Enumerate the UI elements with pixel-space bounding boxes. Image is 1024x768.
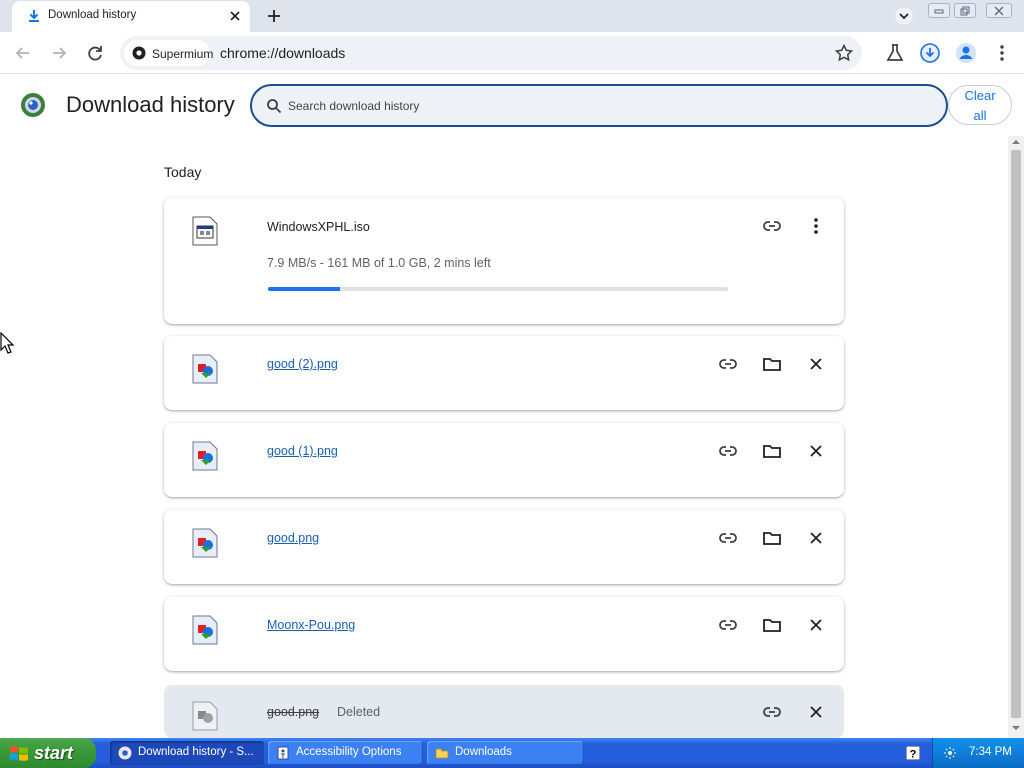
download-filename: good.png — [267, 705, 320, 719]
copy-link-icon[interactable] — [717, 353, 739, 375]
download-item: WindowsXPHL.iso 7.9 MB/s - 161 MB of 1.0… — [164, 198, 844, 324]
download-filename-link[interactable]: good (1).png — [267, 444, 338, 458]
vertical-scrollbar[interactable] — [1008, 136, 1024, 738]
download-filename-link[interactable]: Moonx-Pou.png — [267, 618, 355, 632]
restore-button[interactable] — [954, 3, 976, 18]
address-bar[interactable]: Supermium chrome://downloads — [120, 36, 862, 70]
taskbar-item-label: Downloads — [455, 746, 512, 758]
clear-all-button[interactable]: Clear all — [948, 85, 1012, 125]
url-text[interactable]: chrome://downloads — [220, 45, 345, 61]
scroll-down-arrow-icon[interactable] — [1012, 724, 1020, 732]
download-item: good.png — [164, 510, 844, 584]
download-item: good (2).png — [164, 336, 844, 410]
download-status: 7.9 MB/s - 161 MB of 1.0 GB, 2 mins left — [267, 256, 491, 270]
close-icon[interactable] — [228, 9, 242, 23]
minimize-icon — [934, 9, 944, 14]
download-item: good (1).png — [164, 423, 844, 497]
taskbar-item-accessibility[interactable]: Accessibility Options — [268, 741, 423, 765]
download-circle-icon[interactable] — [919, 42, 941, 64]
scrollbar-thumb[interactable] — [1011, 150, 1021, 718]
png-file-icon — [192, 615, 218, 645]
tab-title: Download history — [48, 9, 137, 21]
close-icon[interactable] — [805, 440, 827, 462]
accessibility-icon — [277, 746, 289, 760]
download-item-deleted: good.png Deleted — [164, 685, 844, 738]
page-title: Download history — [66, 92, 235, 117]
start-button[interactable]: start — [0, 738, 96, 768]
plus-icon[interactable] — [264, 6, 284, 26]
close-icon[interactable] — [805, 614, 827, 636]
png-file-icon — [192, 354, 218, 384]
arrow-left-icon[interactable] — [12, 42, 34, 64]
search-icon — [267, 99, 282, 114]
download-status: Deleted — [337, 705, 381, 719]
copy-link-icon[interactable] — [761, 701, 783, 723]
chevron-down-icon[interactable] — [894, 7, 914, 25]
search-box[interactable] — [250, 84, 948, 127]
taskbar-item-label: Download history - S... — [138, 746, 254, 758]
kebab-menu-icon[interactable] — [991, 42, 1013, 64]
window-close-button[interactable] — [986, 3, 1012, 18]
download-progress-bar — [268, 287, 728, 291]
mouse-cursor-icon — [0, 332, 14, 354]
flask-icon[interactable] — [884, 42, 906, 64]
svg-text:?: ? — [910, 749, 917, 761]
png-file-icon — [192, 528, 218, 558]
copy-link-icon[interactable] — [717, 527, 739, 549]
start-label: start — [34, 743, 74, 763]
tab-strip: Download history — [0, 0, 1024, 32]
section-date-label: Today — [164, 164, 202, 180]
copy-link-icon[interactable] — [717, 440, 739, 462]
folder-icon[interactable] — [761, 440, 783, 462]
png-file-icon — [192, 441, 218, 471]
taskbar-item-browser[interactable]: Download history - S... — [110, 741, 264, 765]
download-filename-link[interactable]: good (2).png — [267, 357, 338, 371]
taskbar-item-label: Accessibility Options — [296, 746, 402, 758]
help-icon[interactable]: ? — [906, 746, 920, 760]
star-icon[interactable] — [834, 43, 854, 63]
reload-icon[interactable] — [84, 42, 106, 64]
minimize-button[interactable] — [928, 3, 950, 18]
folder-icon[interactable] — [761, 614, 783, 636]
network-activity-icon[interactable] — [943, 746, 957, 760]
browser-icon — [118, 746, 132, 760]
download-icon — [29, 10, 39, 22]
browser-logo-icon — [21, 93, 45, 117]
copy-link-icon[interactable] — [717, 614, 739, 636]
windows-flag-icon — [10, 746, 28, 761]
system-tray: 7:34 PM — [932, 738, 1024, 768]
copy-link-icon[interactable] — [761, 215, 783, 237]
taskbar-item-downloads[interactable]: Downloads — [427, 741, 584, 765]
download-item: Moonx-Pou.png — [164, 597, 844, 671]
site-chip-label: Supermium — [152, 47, 214, 61]
browser-toolbar: Supermium chrome://downloads — [0, 32, 1024, 74]
download-progress-fill — [268, 287, 341, 291]
close-icon[interactable] — [805, 353, 827, 375]
more-vert-icon[interactable] — [805, 215, 827, 237]
site-chip[interactable]: Supermium — [124, 40, 214, 66]
folder-icon[interactable] — [761, 527, 783, 549]
close-icon — [994, 6, 1004, 16]
iso-file-icon — [192, 216, 218, 246]
download-filename-link[interactable]: good.png — [267, 531, 319, 545]
browser-logo-icon — [132, 46, 146, 60]
tab-download-history[interactable]: Download history — [12, 1, 250, 32]
clear-all-label: Clear all — [964, 88, 996, 123]
download-filename[interactable]: WindowsXPHL.iso — [267, 220, 370, 234]
clock: 7:34 PM — [969, 746, 1012, 758]
person-icon[interactable] — [955, 42, 977, 64]
png-file-icon — [192, 701, 218, 731]
close-icon[interactable] — [805, 527, 827, 549]
scroll-up-arrow-icon[interactable] — [1012, 138, 1020, 146]
close-icon[interactable] — [805, 701, 827, 723]
folder-icon — [435, 748, 449, 759]
search-input[interactable] — [286, 97, 906, 115]
taskbar: start Download history - S... Accessibil… — [0, 738, 1024, 768]
folder-icon[interactable] — [761, 353, 783, 375]
restore-icon — [960, 6, 970, 16]
arrow-right-icon[interactable] — [48, 42, 70, 64]
